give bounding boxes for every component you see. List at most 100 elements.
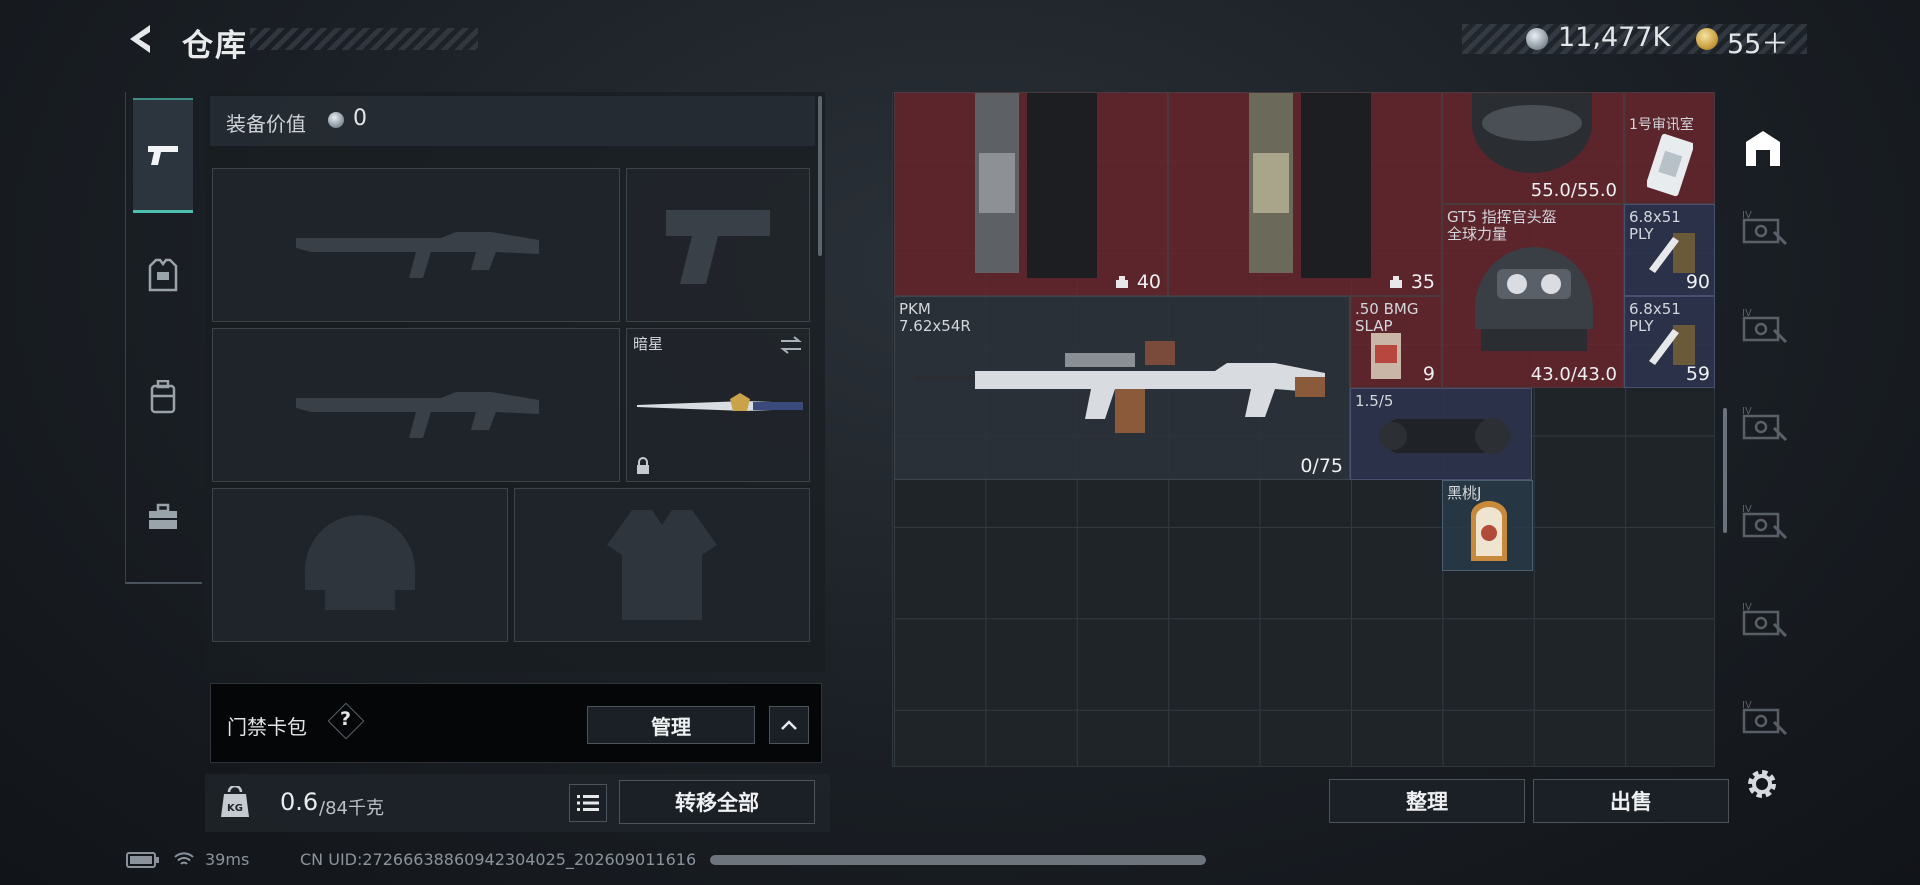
durability: 43.0/43.0 (1530, 364, 1617, 385)
rifle-silhouette-icon (296, 232, 539, 278)
list-icon (577, 795, 599, 811)
rifle-silhouette-icon (296, 392, 539, 438)
helmet-slot[interactable] (212, 488, 508, 642)
battery-icon (126, 852, 159, 868)
helmet-silhouette-icon (305, 515, 415, 610)
card-charm-icon (1471, 501, 1507, 561)
primary-weapon-slot[interactable] (212, 168, 620, 322)
chevron-up-icon (781, 720, 797, 730)
item-count: 90 (1685, 271, 1710, 293)
container-locked-icon: IV (1742, 210, 1788, 246)
grid-scrollbar[interactable] (1723, 408, 1727, 533)
wifi-icon (174, 852, 194, 865)
silver-currency-amount: 11,477K (1558, 22, 1671, 53)
silver-coin-icon (328, 112, 344, 128)
weight-current: 0.6 (280, 788, 319, 816)
item-count: 35 (1410, 271, 1435, 293)
pistol-icon (148, 146, 178, 165)
keycard-bar: 门禁卡包 ? 管理 (210, 683, 822, 763)
equipment-value-label: 装备价值 (226, 112, 306, 136)
item-name: GT5 指挥官头盔 (1447, 208, 1557, 226)
melee-slot[interactable]: 暗星 (626, 328, 810, 482)
keycard-label: 门禁卡包 (227, 715, 307, 739)
container-slot-6[interactable]: IV (1740, 698, 1788, 738)
lock-icon (637, 457, 649, 474)
title-decoration (250, 28, 478, 50)
backpack-icon (150, 380, 176, 414)
ammo-item-2[interactable]: 6.8x51 PLY 59 (1624, 296, 1715, 388)
tab-armor[interactable] (133, 220, 193, 330)
ammo-icon (1649, 325, 1695, 365)
spade-j-item[interactable]: 黑桃J (1442, 480, 1533, 571)
item-name: 1号审讯室 (1629, 117, 1694, 133)
equipment-scrollbar[interactable] (818, 96, 822, 256)
sort-button[interactable]: 整理 (1329, 779, 1525, 823)
keycard-item[interactable]: 1号审讯室 (1624, 92, 1715, 204)
container-slot-4[interactable]: IV (1740, 502, 1788, 542)
gold-currency-amount[interactable]: 55＋ (1727, 22, 1788, 61)
stash-icon[interactable] (1742, 128, 1784, 168)
settings-gear-icon[interactable] (1744, 766, 1780, 802)
helmet-icon (1472, 93, 1592, 173)
container-locked-icon: IV (1742, 700, 1788, 736)
ammo-icon (1649, 233, 1695, 273)
pistol-silhouette-icon (666, 210, 770, 284)
pkm-machine-gun-item[interactable]: PKM 7.62x54R 0/75 (894, 296, 1350, 480)
knife-icon (637, 393, 803, 411)
container-locked-icon: IV (1742, 602, 1788, 638)
machine-gun-icon (915, 341, 1325, 433)
secondary-weapon-slot[interactable] (212, 328, 620, 482)
container-locked-icon: IV (1742, 406, 1788, 442)
pistol-slot[interactable] (626, 168, 810, 322)
ping-value: 39ms (205, 850, 250, 869)
ammo-box-icon (1371, 333, 1401, 379)
chest-rig-item-1[interactable]: 40 (894, 92, 1168, 296)
chest-rig-item-2[interactable]: 35 (1168, 92, 1442, 296)
container-slot-3[interactable]: IV (1740, 404, 1788, 444)
commander-helmet-icon (1475, 247, 1593, 351)
scope-item[interactable]: 1.5/5 (1350, 388, 1532, 480)
chest-rig-icon (1249, 93, 1371, 278)
container-slot-2[interactable]: IV (1740, 306, 1788, 346)
manage-button[interactable]: 管理 (587, 706, 755, 744)
scope-icon (1379, 418, 1511, 454)
page-title: 仓库 (182, 28, 248, 64)
tab-toolbox[interactable] (133, 462, 193, 572)
item-count: 59 (1685, 363, 1710, 385)
item-name: 6.8x51 (1629, 208, 1681, 226)
capacity-icon (1116, 276, 1128, 288)
capacity-icon (1390, 276, 1402, 288)
tab-backpack[interactable] (133, 342, 193, 452)
item-count: 9 (1422, 363, 1435, 385)
ammo-item-1[interactable]: 6.8x51 PLY 90 (1624, 204, 1715, 296)
armor-silhouette-icon (607, 510, 717, 620)
help-icon[interactable]: ? (340, 708, 351, 730)
container-slot-1[interactable]: IV (1740, 208, 1788, 248)
helmet-item-1[interactable]: 55.0/55.0 (1442, 92, 1624, 204)
home-indicator[interactable] (710, 855, 1206, 865)
collapse-button[interactable] (769, 706, 809, 744)
equipment-value-bar: 装备价值 0 (210, 96, 815, 146)
container-slot-5[interactable]: IV (1740, 600, 1788, 640)
ammo-count: 0/75 (1300, 455, 1343, 477)
item-name: 6.8x51 (1629, 300, 1681, 318)
bmg-ammo-item[interactable]: .50 BMG SLAP 9 (1350, 296, 1442, 388)
silver-coin-icon (1526, 28, 1548, 50)
vest-icon (148, 258, 178, 292)
swap-icon[interactable] (779, 335, 803, 355)
helmet-item-2[interactable]: GT5 指挥官头盔 全球力量 43.0/43.0 (1442, 204, 1624, 388)
transfer-all-button[interactable]: 转移全部 (619, 780, 815, 824)
back-arrow-icon[interactable] (124, 22, 158, 56)
weight-max: /84千克 (319, 798, 384, 819)
player-uid: CN UID:27266638860942304025_202609011616 (300, 850, 697, 869)
sell-button[interactable]: 出售 (1533, 779, 1729, 823)
tab-weapon[interactable] (133, 98, 193, 213)
list-view-button[interactable] (569, 784, 607, 822)
gold-coin-icon (1696, 28, 1718, 50)
melee-name: 暗星 (633, 335, 664, 353)
equipment-value: 0 (353, 106, 367, 131)
keycard-icon (1647, 133, 1693, 197)
container-locked-icon: IV (1742, 504, 1788, 540)
armor-slot[interactable] (514, 488, 810, 642)
container-locked-icon: IV (1742, 308, 1788, 344)
